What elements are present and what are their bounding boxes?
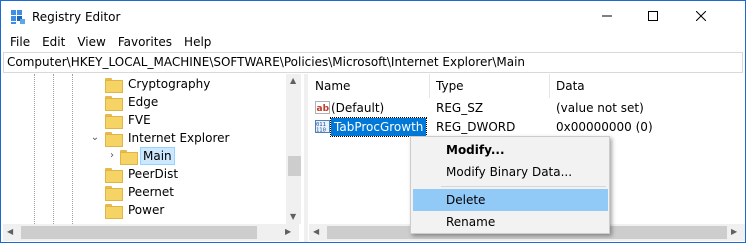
- tree-item-label: Internet Explorer: [128, 131, 230, 145]
- registry-editor-window: Registry Editor File Edit View Favorites…: [0, 0, 746, 243]
- tree-item-label: Cryptography: [128, 77, 211, 91]
- close-button[interactable]: [678, 1, 724, 31]
- scroll-left-icon[interactable]: ◀: [7, 227, 13, 236]
- pane-splitter[interactable]: [304, 74, 308, 242]
- svg-text:ab: ab: [317, 104, 330, 114]
- tree-item-label: Main: [140, 147, 175, 165]
- menu-help[interactable]: Help: [178, 32, 217, 52]
- tree-item-fve[interactable]: FVE: [105, 111, 153, 129]
- string-value-icon: ab: [315, 101, 330, 114]
- folder-icon: [105, 167, 123, 183]
- folder-icon: [105, 203, 123, 219]
- tree-item-label: Power: [128, 203, 165, 217]
- column-header-name[interactable]: Name: [309, 74, 430, 98]
- tree-item-cryptography[interactable]: Cryptography: [105, 75, 212, 93]
- tree-item-label: Edge: [128, 95, 159, 109]
- minimize-icon: [602, 15, 612, 17]
- registry-icon: [11, 10, 25, 24]
- scrollbar-thumb[interactable]: [288, 156, 301, 176]
- title-bar: Registry Editor: [1, 1, 745, 32]
- column-header-type[interactable]: Type: [430, 74, 550, 98]
- menu-favorites[interactable]: Favorites: [112, 32, 178, 52]
- menu-separator: [441, 186, 606, 187]
- scroll-right-icon[interactable]: ▶: [731, 227, 737, 236]
- scroll-down-icon[interactable]: ▼: [290, 212, 296, 221]
- column-header-data[interactable]: Data: [550, 74, 745, 98]
- tree-item-peernet[interactable]: Peernet: [105, 183, 176, 201]
- tree-horizontal-scrollbar[interactable]: ◀ ▶: [3, 224, 299, 241]
- value-data: (value not set): [556, 101, 644, 115]
- menu-item-rename[interactable]: Rename: [413, 211, 608, 233]
- scroll-right-icon[interactable]: ▶: [285, 227, 291, 236]
- tree-item-label: FVE: [128, 113, 151, 127]
- value-name: TabProcGrowth: [329, 117, 428, 137]
- folder-icon: [105, 77, 123, 93]
- tree-item-peerdist[interactable]: PeerDist: [105, 165, 180, 183]
- tree-guide-line: [72, 74, 73, 224]
- maximize-button[interactable]: [630, 1, 676, 31]
- list-item[interactable]: 011 110 TabProcGrowth REG_DWORD 0x000000…: [309, 117, 745, 137]
- minimize-button[interactable]: [584, 1, 630, 31]
- close-icon: [696, 11, 706, 21]
- list-item[interactable]: ab (Default) REG_SZ (value not set): [309, 99, 745, 117]
- tree-item-power[interactable]: Power: [105, 201, 166, 219]
- scroll-left-icon[interactable]: ◀: [313, 227, 319, 236]
- menu-item-modify-binary[interactable]: Modify Binary Data...: [413, 161, 608, 183]
- folder-icon: [105, 113, 123, 129]
- binary-value-icon: 011 110: [315, 120, 330, 133]
- value-data: 0x00000000 (0): [556, 120, 653, 134]
- tree-guide-line: [53, 74, 54, 224]
- tree-item-internet-explorer[interactable]: Internet Explorer: [105, 129, 231, 147]
- scroll-up-icon[interactable]: ▲: [290, 76, 296, 85]
- tree-guide-line: [34, 74, 35, 224]
- menu-file[interactable]: File: [4, 32, 36, 52]
- chevron-down-icon[interactable]: ⌄: [90, 133, 100, 143]
- svg-text:110: 110: [316, 128, 326, 134]
- tree-item-label: PeerDist: [128, 167, 179, 181]
- window-title: Registry Editor: [32, 10, 121, 24]
- value-type: REG_DWORD: [436, 120, 516, 134]
- menu-view[interactable]: View: [71, 32, 111, 52]
- folder-open-icon: [105, 131, 123, 147]
- folder-icon: [105, 95, 123, 111]
- tree-item-main[interactable]: Main: [120, 147, 175, 165]
- address-bar[interactable]: Computer\HKEY_LOCAL_MACHINE\SOFTWARE\Pol…: [3, 52, 743, 73]
- scrollbar-thumb[interactable]: [21, 226, 257, 239]
- tree-item-edge[interactable]: Edge: [105, 93, 160, 111]
- tree-item-label: Peernet: [128, 185, 174, 199]
- folder-icon: [120, 149, 138, 165]
- menu-edit[interactable]: Edit: [36, 32, 71, 52]
- folder-icon: [105, 185, 123, 201]
- menu-item-modify[interactable]: Modify...: [413, 139, 608, 161]
- chevron-right-icon[interactable]: ›: [107, 151, 117, 161]
- tree-pane: Cryptography Edge FVE ⌄ Internet Explore…: [3, 74, 301, 242]
- menu-item-delete[interactable]: Delete: [413, 189, 608, 211]
- value-type: REG_SZ: [436, 101, 484, 115]
- tree-vertical-scrollbar[interactable]: ▲ ▼: [286, 74, 301, 224]
- menu-bar: File Edit View Favorites Help: [1, 32, 745, 52]
- value-name: (Default): [331, 101, 385, 115]
- context-menu: Modify... Modify Binary Data... Delete R…: [410, 136, 610, 234]
- maximize-icon: [648, 11, 658, 21]
